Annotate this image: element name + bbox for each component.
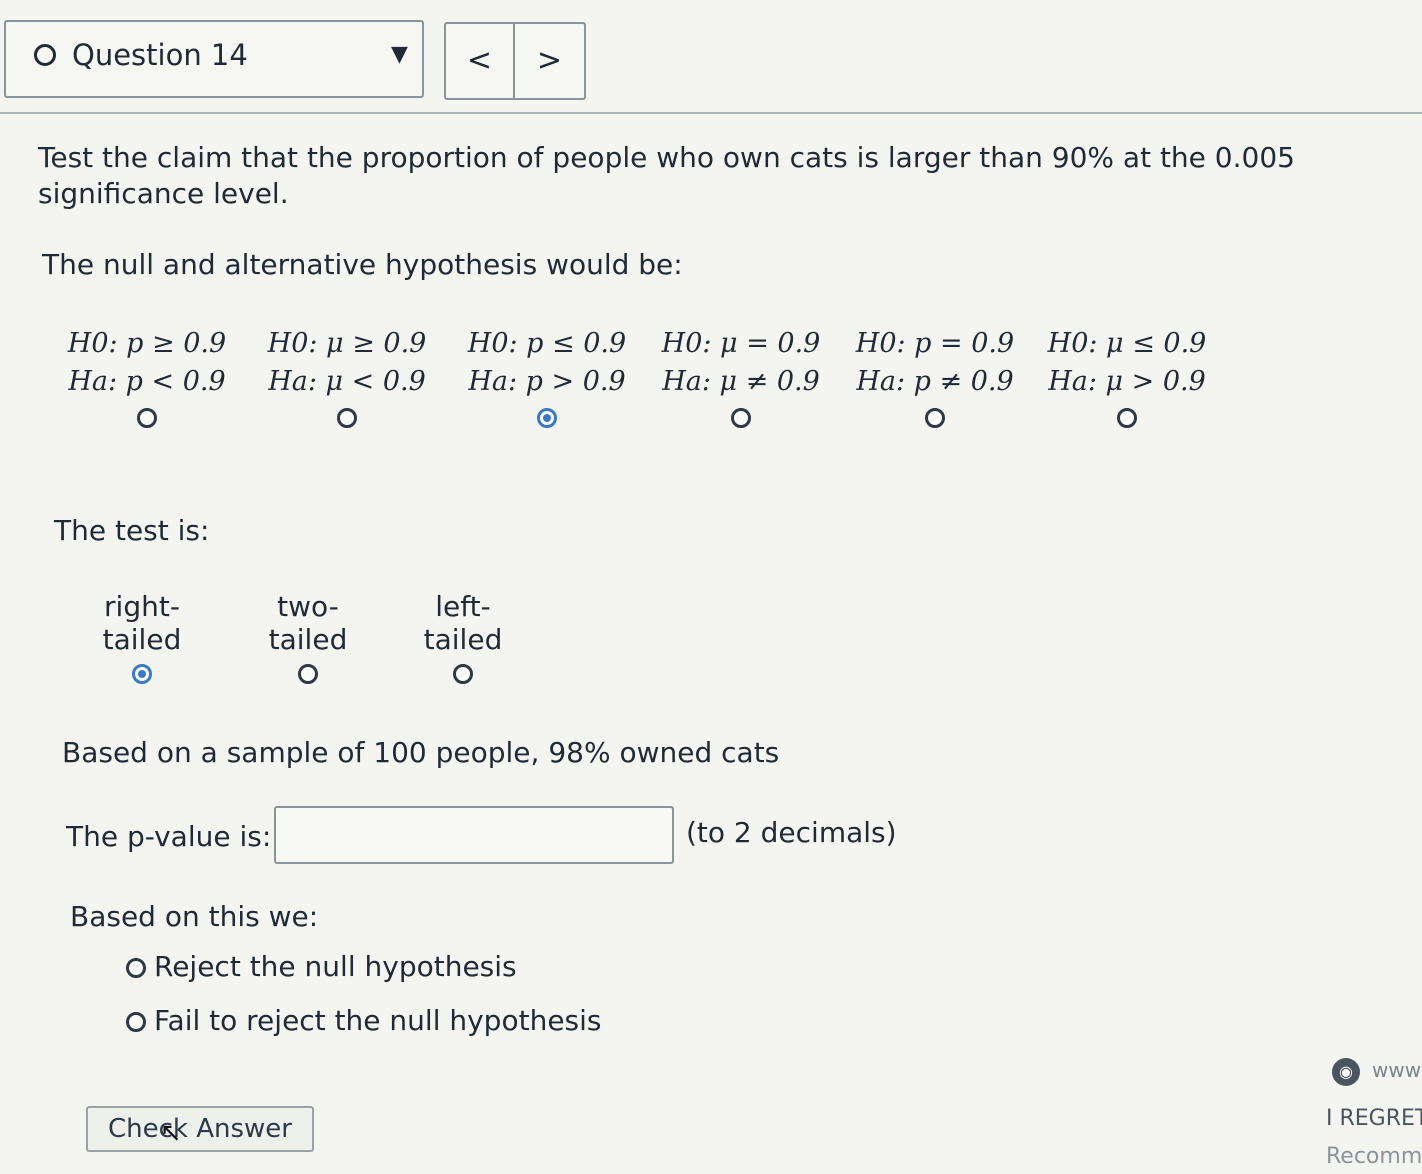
question-claim-text: Test the claim that the proportion of pe… [38, 141, 1295, 210]
hypothesis-radio[interactable] [137, 408, 157, 428]
alternative-hypothesis-text: Ha: μ ≠ 0.9 [662, 366, 820, 397]
header-divider [0, 112, 1422, 114]
null-hypothesis-text: H0: μ ≥ 0.9 [267, 328, 427, 359]
alternative-hypothesis-text: Ha: μ < 0.9 [268, 366, 426, 397]
hypothesis-option[interactable]: H0: p = 0.9 Ha: p ≠ 0.9 [844, 325, 1026, 439]
alternative-hypothesis-text: Ha: p > 0.9 [468, 366, 626, 397]
alternative-hypothesis-text: Ha: p < 0.9 [68, 366, 226, 397]
hypothesis-option[interactable]: H0: μ = 0.9 Ha: μ ≠ 0.9 [650, 325, 832, 439]
sample-description: Based on a sample of 100 people, 98% own… [62, 736, 780, 769]
pvalue-hint: (to 2 decimals) [686, 816, 897, 849]
tail-radio-selected[interactable] [132, 664, 152, 684]
tail-radio[interactable] [453, 664, 473, 684]
sidebar-url-text[interactable]: www [1372, 1058, 1421, 1082]
sidebar-subtext: Recomm [1326, 1144, 1422, 1169]
question-selector-label: Question 14 [72, 38, 248, 72]
hypothesis-radio[interactable] [731, 408, 751, 428]
pvalue-label: The p-value is: [66, 820, 272, 853]
test-type-prompt: The test is: [54, 514, 210, 547]
tail-option-right[interactable]: right-tailed [66, 590, 218, 684]
question-navigation-bar: Question 14 ▼ < > [0, 0, 1422, 110]
tail-option-label: two-tailed [268, 590, 348, 656]
decision-label: Reject the null hypothesis [154, 950, 517, 983]
decision-radio[interactable] [126, 958, 146, 978]
null-hypothesis-text: H0: μ = 0.9 [661, 328, 821, 359]
sidebar-headline[interactable]: I REGRET [1326, 1106, 1422, 1131]
hypothesis-options: H0: p ≥ 0.9 Ha: p < 0.9 H0: μ ≥ 0.9 Ha: … [0, 325, 1422, 445]
check-answer-button[interactable]: Check Answer [86, 1106, 314, 1152]
test-type-options: right-tailed two-tailed left-tailed [0, 590, 1422, 684]
mouse-pointer-icon: ↖ [160, 1118, 182, 1148]
null-hypothesis-text: H0: p = 0.9 [855, 328, 1015, 359]
decision-label: Fail to reject the null hypothesis [154, 1004, 602, 1037]
tail-radio[interactable] [298, 664, 318, 684]
decision-option-fail-to-reject[interactable]: Fail to reject the null hypothesis [126, 1004, 602, 1037]
tail-option-label: left-tailed [423, 590, 503, 656]
hypothesis-option[interactable]: H0: p ≥ 0.9 Ha: p < 0.9 [56, 325, 238, 439]
decision-radio[interactable] [126, 1012, 146, 1032]
hypothesis-option[interactable]: H0: μ ≥ 0.9 Ha: μ < 0.9 [256, 325, 438, 439]
decision-prompt: Based on this we: [70, 900, 319, 933]
sidebar-peek: ◉ www I REGRET Recomm [1318, 1054, 1422, 1174]
null-hypothesis-text: H0: p ≥ 0.9 [67, 328, 227, 359]
next-question-button[interactable]: > [515, 22, 586, 100]
alternative-hypothesis-text: Ha: p ≠ 0.9 [856, 366, 1014, 397]
null-hypothesis-text: H0: μ ≤ 0.9 [1047, 328, 1207, 359]
hypothesis-prompt: The null and alternative hypothesis woul… [42, 248, 683, 281]
chevron-down-icon: ▼ [391, 42, 408, 67]
question-status-icon [34, 44, 56, 66]
question-selector-dropdown[interactable]: Question 14 ▼ [4, 20, 424, 98]
hypothesis-radio-selected[interactable] [537, 408, 557, 428]
null-hypothesis-text: H0: p ≤ 0.9 [467, 328, 627, 359]
question-pager: < > [444, 22, 586, 100]
hypothesis-option[interactable]: H0: p ≤ 0.9 Ha: p > 0.9 [456, 325, 638, 439]
hypothesis-radio[interactable] [337, 408, 357, 428]
tail-option-two[interactable]: two-tailed [238, 590, 378, 684]
hypothesis-radio[interactable] [1117, 408, 1137, 428]
hypothesis-option[interactable]: H0: μ ≤ 0.9 Ha: μ > 0.9 [1036, 325, 1218, 439]
pvalue-input[interactable] [274, 806, 674, 864]
tail-option-label: right-tailed [102, 590, 182, 656]
hypothesis-radio[interactable] [925, 408, 945, 428]
browser-logo-icon: ◉ [1332, 1058, 1360, 1086]
tail-option-left[interactable]: left-tailed [396, 590, 530, 684]
alternative-hypothesis-text: Ha: μ > 0.9 [1048, 366, 1206, 397]
previous-question-button[interactable]: < [444, 22, 515, 100]
decision-option-reject[interactable]: Reject the null hypothesis [126, 950, 517, 983]
